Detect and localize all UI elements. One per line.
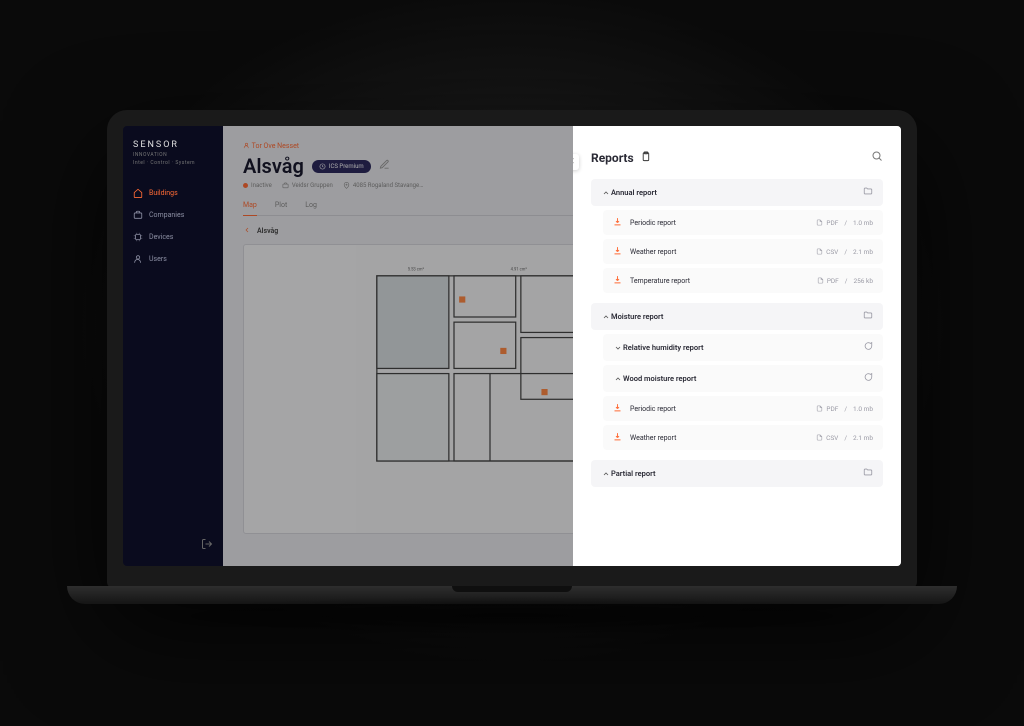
download-icon [613,246,622,257]
subgroup-label: Wood moisture report [623,374,863,383]
page-title: Alsvåg [243,154,304,178]
folder-icon [863,186,873,199]
chevron-up-icon [601,313,611,321]
group-label: Annual report [611,188,863,197]
briefcase-icon [133,210,143,220]
file-icon [816,219,823,226]
app-screen: SENSOR INNOVATION Intel · Control · Syst… [123,126,901,566]
file-label: Periodic report [630,405,816,413]
panel-title: Reports [591,151,634,165]
sidebar-item-label: Devices [149,233,173,241]
sidebar-item-users[interactable]: Users [133,250,213,268]
sidebar-item-devices[interactable]: Devices [133,228,213,246]
logo: SENSOR INNOVATION Intel · Control · Syst… [133,140,213,166]
download-icon [613,432,622,443]
tab-log[interactable]: Log [305,201,317,215]
folder-icon [863,467,873,480]
download-icon [613,217,622,228]
download-icon [613,275,622,286]
file-meta: CSV / 2.1 mb [816,248,873,256]
chat-icon [863,341,873,354]
file-icon [816,405,823,412]
report-file[interactable]: Periodic report PDF / 1.0 mb [603,396,883,421]
report-group-annual[interactable]: Annual report [591,179,883,206]
file-meta: PDF / 256 kb [817,277,873,285]
sidebar-item-buildings[interactable]: Buildings [133,184,213,202]
report-file[interactable]: Periodic report PDF / 1.0 mb [603,210,883,235]
report-file[interactable]: Weather report CSV / 2.1 mb [603,239,883,264]
person-icon [243,142,250,149]
cpu-icon [133,232,143,242]
report-subgroup-humidity[interactable]: Relative humidity report [603,334,883,361]
report-group-partial[interactable]: Partial report [591,460,883,487]
premium-badge: ICS Premium [312,160,371,173]
clipboard-icon [640,151,651,164]
group-label: Moisture report [611,312,863,321]
chat-icon [863,372,873,385]
file-label: Temperature report [630,277,817,285]
file-icon [816,434,823,441]
sidebar-item-label: Buildings [149,189,178,197]
address-text: 4085 Rogaland Stavange… [353,182,423,189]
logo-name: SENSOR [133,140,213,150]
edit-icon [379,159,390,170]
sidebar-item-label: Companies [149,211,184,219]
report-file[interactable]: Weather report CSV / 2.1 mb [603,425,883,450]
badge-label: ICS Premium [329,163,364,170]
file-meta: PDF / 1.0 mb [816,405,873,413]
sidebar-item-companies[interactable]: Companies [133,206,213,224]
folder-icon [863,310,873,323]
user-icon [133,254,143,264]
status-dot-icon [243,183,248,188]
file-label: Weather report [630,248,816,256]
logo-subtitle: INNOVATION [133,152,213,158]
edit-button[interactable] [379,159,390,173]
report-group-moisture[interactable]: Moisture report [591,303,883,330]
group-label: Partial report [611,469,863,478]
download-icon [613,403,622,414]
pin-icon [343,182,350,189]
owner-name: Tor Ove Nesset [252,142,299,150]
file-label: Weather report [630,434,816,442]
sidebar: SENSOR INNOVATION Intel · Control · Syst… [123,126,223,566]
clock-icon [319,163,326,170]
home-icon [133,188,143,198]
report-subgroup-wood[interactable]: Wood moisture report [603,365,883,392]
chevron-up-icon [601,189,611,197]
breadcrumb-back[interactable] [243,226,251,236]
tab-map[interactable]: Map [243,201,257,216]
company-name: Veidsr Gruppen [292,182,333,189]
file-icon [816,248,823,255]
panel-header: Reports [591,150,883,165]
file-icon [817,277,824,284]
briefcase-icon [282,182,289,189]
file-label: Periodic report [630,219,816,227]
logo-tagline: Intel · Control · System [133,160,213,166]
search-icon [871,150,883,162]
svg-text:5.53 cm²: 5.53 cm² [408,268,425,273]
status-label: Inactive [251,182,272,189]
close-icon: ✕ [573,157,575,167]
subgroup-label: Relative humidity report [623,343,863,352]
chevron-up-icon [601,470,611,478]
chevron-down-icon [613,344,623,352]
logout-icon [201,538,213,550]
svg-text:4.91 cm²: 4.91 cm² [511,268,528,273]
file-meta: CSV / 2.1 mb [816,434,873,442]
breadcrumb-label: Alsvåg [257,227,278,235]
chevron-left-icon [243,226,251,234]
logout-button[interactable] [201,538,213,552]
search-button[interactable] [871,150,883,165]
reports-panel: ✕ Reports [573,126,901,566]
file-meta: PDF / 1.0 mb [816,219,873,227]
tab-plot[interactable]: Plot [275,201,287,215]
chevron-up-icon [613,375,623,383]
close-panel-button[interactable]: ✕ [573,154,579,170]
sidebar-item-label: Users [149,255,167,263]
report-file[interactable]: Temperature report PDF / 256 kb [603,268,883,293]
